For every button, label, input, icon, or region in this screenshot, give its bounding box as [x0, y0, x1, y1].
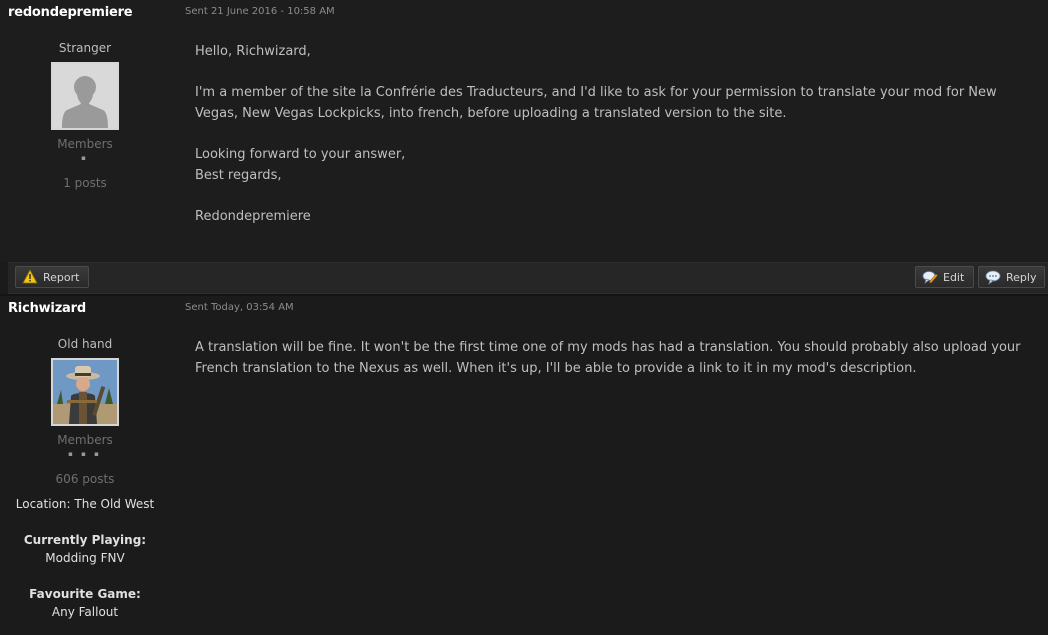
author-sidebar: Stranger Members ▪ 1 posts [0, 40, 170, 191]
message-post-2: Richwizard Sent Today, 03:54 AM Old hand… [0, 296, 1048, 635]
edit-label: Edit [943, 270, 965, 284]
body-signature: Redondepremiere [195, 209, 311, 224]
member-group: Members [57, 137, 113, 151]
post-count: 1 posts [63, 176, 107, 190]
report-label: Report [43, 270, 80, 284]
reply-label: Reply [1006, 270, 1037, 284]
cowboy-avatar-icon [53, 360, 117, 424]
member-rank: Stranger [58, 41, 112, 55]
body-line: Looking forward to your answer, [195, 147, 406, 162]
author-name[interactable]: Richwizard [8, 301, 86, 316]
author-name[interactable]: redondepremiere [8, 5, 133, 20]
reply-speech-icon [985, 269, 1001, 286]
currently-playing-value: Modding FNV [45, 551, 125, 565]
body-paragraph: Hello, Richwizard, [195, 44, 311, 59]
post-body: A translation will be fine. It won't be … [195, 337, 1035, 399]
message-post-1: redondepremiere Sent 21 June 2016 - 10:5… [0, 0, 1048, 262]
edit-speech-icon [922, 269, 938, 285]
reputation-pips: ▪ [81, 154, 89, 162]
member-rank: Old hand [57, 337, 113, 351]
body-paragraph: I'm a member of the site la Confrérie de… [195, 85, 997, 121]
default-avatar-icon [53, 64, 117, 128]
avatar[interactable] [51, 358, 119, 426]
post-body: Hello, Richwizard, I'm a member of the s… [195, 41, 1035, 247]
location-field: Location: The Old West [15, 497, 155, 511]
member-group: Members [57, 433, 113, 447]
author-sidebar: Old hand Members ▪ ▪ ▪ 606 posts Locatio… [0, 336, 170, 621]
favourite-game-label: Favourite Game: [29, 587, 141, 601]
post-count: 606 posts [55, 472, 115, 486]
reply-button[interactable]: Reply [978, 266, 1045, 288]
body-line: Best regards, [195, 168, 282, 183]
post-date: Sent 21 June 2016 - 10:58 AM [185, 6, 335, 17]
reputation-pips: ▪ ▪ ▪ [68, 450, 102, 458]
favourite-game-value: Any Fallout [51, 605, 119, 619]
post-date: Sent Today, 03:54 AM [185, 302, 294, 313]
body-paragraph: Looking forward to your answer, Best reg… [195, 144, 1035, 186]
warning-icon [22, 269, 38, 285]
report-button[interactable]: Report [15, 266, 89, 288]
edit-button[interactable]: Edit [915, 266, 974, 288]
avatar[interactable] [51, 62, 119, 130]
currently-playing-label: Currently Playing: [23, 533, 147, 547]
body-paragraph: A translation will be fine. It won't be … [195, 340, 1021, 376]
post-toolbar: Report Edit Reply [8, 262, 1048, 294]
